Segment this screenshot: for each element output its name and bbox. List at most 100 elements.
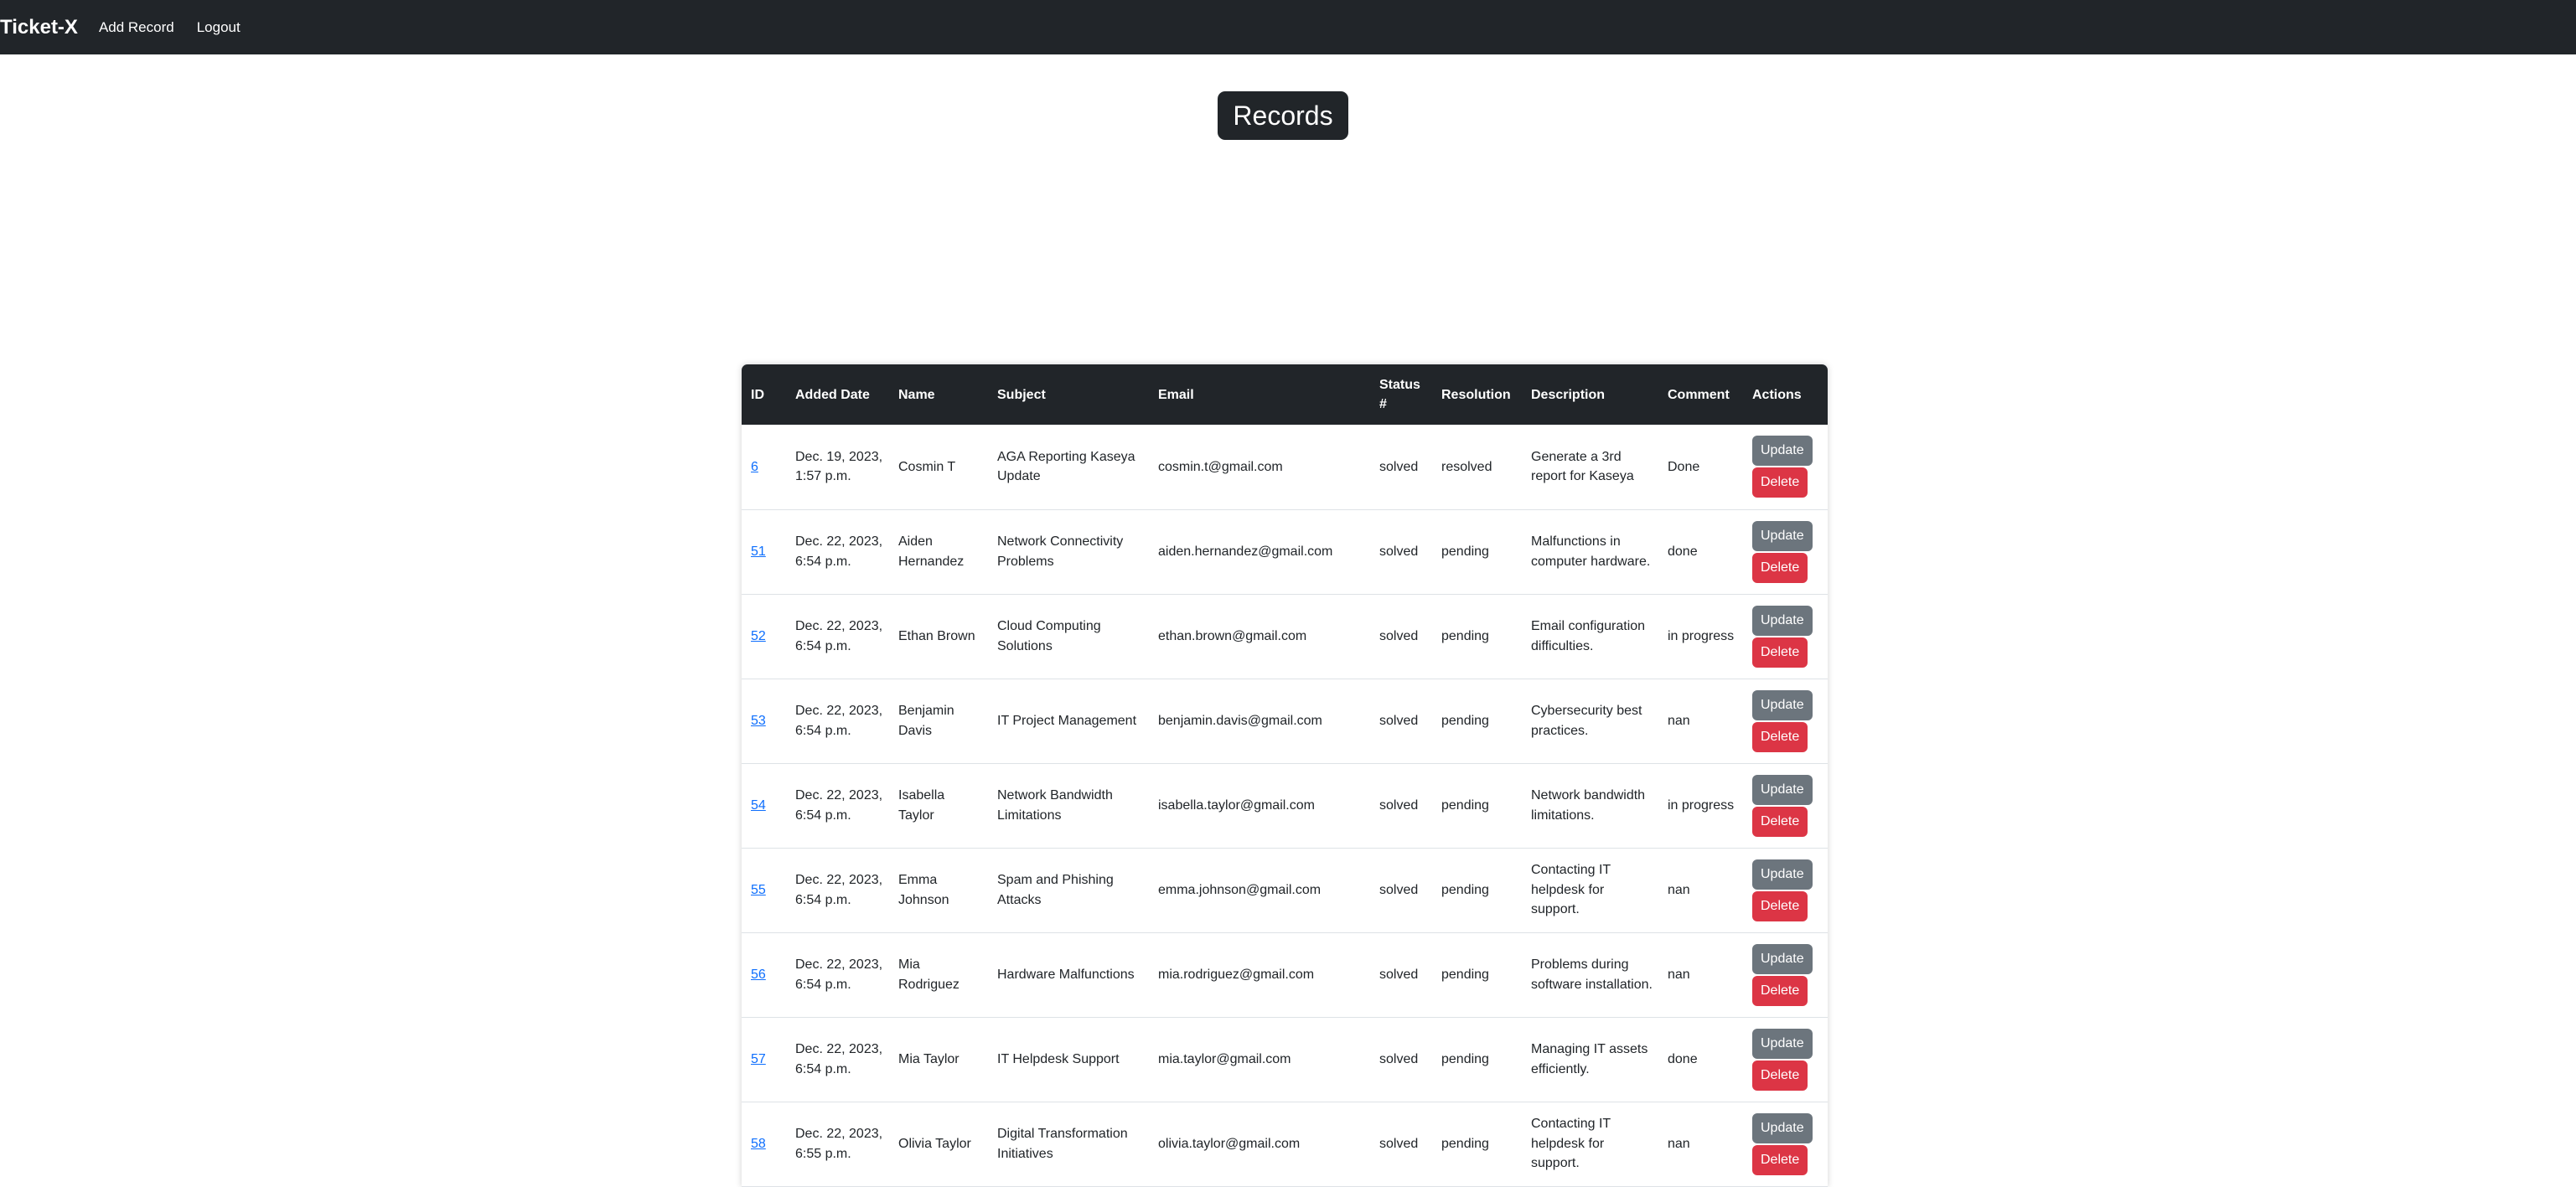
record-id-link[interactable]: 53 [751, 714, 766, 728]
cell-subject: IT Project Management [997, 713, 1137, 728]
cell-email: isabella.taylor@gmail.com [1158, 797, 1315, 813]
cell-subject: Hardware Malfunctions [997, 967, 1135, 982]
update-button[interactable]: Update [1752, 605, 1813, 636]
cell-id: 58 [742, 1102, 786, 1186]
brand-logo-link[interactable]: Ticket-X [0, 16, 78, 39]
delete-button[interactable]: Delete [1752, 721, 1808, 752]
delete-button[interactable]: Delete [1752, 890, 1808, 921]
cell-subject: Cloud Computing Solutions [997, 619, 1101, 653]
record-id-link[interactable]: 52 [751, 629, 766, 643]
cell-comment: nan [1668, 713, 1690, 728]
cell-name: Mia Rodriguez [898, 957, 960, 992]
cell-added-date: Dec. 22, 2023, 6:54 p.m. [795, 873, 883, 907]
table-row: 6 Dec. 19, 2023, 1:57 p.m. Cosmin T AGA Rep… [742, 425, 1828, 509]
cell-description: Contacting IT helpdesk for support. [1531, 1117, 1611, 1171]
update-button[interactable]: Update [1752, 520, 1813, 551]
cell-actions: Update Delete [1743, 763, 1828, 848]
record-id-link[interactable]: 54 [751, 798, 766, 813]
cell-status: solved [1379, 459, 1419, 474]
header-resolution: Resolution [1441, 387, 1511, 402]
table-header: ID Added Date Name Subject Email Status # Reso… [742, 364, 1828, 425]
cell-description: Managing IT assets efficiently. [1531, 1042, 1648, 1076]
cell-status: solved [1379, 1136, 1419, 1151]
cell-resolution: pending [1441, 713, 1489, 728]
cell-description: Contacting IT helpdesk for support. [1531, 863, 1611, 917]
cell-comment: in progress [1668, 797, 1735, 813]
cell-description: Network bandwidth limitations. [1531, 788, 1646, 823]
cell-added-date: Dec. 22, 2023, 6:54 p.m. [795, 788, 883, 823]
record-id-link[interactable]: 51 [751, 544, 766, 559]
update-button[interactable]: Update [1752, 1112, 1813, 1143]
cell-added-date: Dec. 22, 2023, 6:54 p.m. [795, 1042, 883, 1076]
update-button[interactable]: Update [1752, 1028, 1813, 1059]
update-button[interactable]: Update [1752, 943, 1813, 974]
cell-email: mia.taylor@gmail.com [1158, 1051, 1291, 1066]
cell-added-date: Dec. 22, 2023, 6:54 p.m. [795, 619, 883, 653]
page-title: Records [1218, 91, 1348, 140]
table-row: 56 Dec. 22, 2023, 6:54 p.m. Mia Rodriguez H… [742, 932, 1828, 1017]
cell-comment: nan [1668, 1136, 1690, 1151]
table-row: 57 Dec. 22, 2023, 6:54 p.m. Mia Taylor IT H… [742, 1017, 1828, 1102]
header-status: Status # [1379, 378, 1420, 411]
records-table-container: ID Added Date Name Subject Email Status # Reso… [742, 364, 1828, 1187]
delete-button[interactable]: Delete [1752, 1060, 1808, 1091]
cell-added-date: Dec. 22, 2023, 6:54 p.m. [795, 534, 883, 569]
cell-id: 6 [742, 425, 786, 509]
cell-description: Email configuration difficulties. [1531, 619, 1646, 653]
header-subject: Subject [997, 387, 1046, 402]
cell-resolution: pending [1441, 628, 1489, 643]
delete-button[interactable]: Delete [1752, 637, 1808, 668]
cell-resolution: pending [1441, 882, 1489, 897]
record-id-link[interactable]: 55 [751, 883, 766, 897]
cell-name: Benjamin Davis [898, 704, 954, 738]
add-record-link[interactable]: Add Record [99, 19, 174, 36]
cell-email: cosmin.t@gmail.com [1158, 459, 1283, 474]
cell-subject: Network Bandwidth Limitations [997, 788, 1113, 823]
cell-actions: Update Delete [1743, 1102, 1828, 1186]
cell-name: Aiden Hernandez [898, 534, 965, 569]
cell-status: solved [1379, 713, 1419, 728]
cell-actions: Update Delete [1743, 594, 1828, 679]
logout-link[interactable]: Logout [197, 19, 241, 36]
delete-button[interactable]: Delete [1752, 1144, 1808, 1175]
record-id-link[interactable]: 57 [751, 1052, 766, 1066]
cell-id: 56 [742, 932, 786, 1017]
cell-resolution: pending [1441, 797, 1489, 813]
cell-added-date: Dec. 22, 2023, 6:54 p.m. [795, 957, 883, 992]
cell-status: solved [1379, 882, 1419, 897]
delete-button[interactable]: Delete [1752, 552, 1808, 583]
records-table: ID Added Date Name Subject Email Status # Reso… [742, 364, 1828, 1187]
delete-button[interactable]: Delete [1752, 806, 1808, 837]
cell-name: Emma Johnson [898, 873, 949, 907]
record-id-link[interactable]: 56 [751, 968, 766, 982]
update-button[interactable]: Update [1752, 436, 1813, 467]
table-row: 55 Dec. 22, 2023, 6:54 p.m. Emma Johnson Sp… [742, 848, 1828, 932]
cell-subject: Digital Transformation Initiatives [997, 1127, 1128, 1161]
cell-subject: Spam and Phishing Attacks [997, 873, 1114, 907]
cell-description: Cybersecurity best practices. [1531, 704, 1642, 738]
delete-button[interactable]: Delete [1752, 975, 1808, 1006]
cell-subject: Network Connectivity Problems [997, 534, 1124, 569]
cell-actions: Update Delete [1743, 932, 1828, 1017]
update-button[interactable]: Update [1752, 859, 1813, 890]
table-row: 53 Dec. 22, 2023, 6:54 p.m. Benjamin Davis… [742, 679, 1828, 763]
cell-description: Problems during software installation. [1531, 957, 1653, 992]
cell-name: Isabella Taylor [898, 788, 945, 823]
cell-added-date: Dec. 19, 2023, 1:57 p.m. [795, 449, 883, 484]
cell-status: solved [1379, 544, 1419, 559]
record-id-link[interactable]: 6 [751, 460, 758, 474]
cell-resolution: resolved [1441, 459, 1492, 474]
update-button[interactable]: Update [1752, 689, 1813, 720]
cell-resolution: pending [1441, 544, 1489, 559]
record-id-link[interactable]: 58 [751, 1137, 766, 1151]
title-container: Records [0, 91, 2576, 140]
delete-button[interactable]: Delete [1752, 467, 1808, 498]
cell-comment: in progress [1668, 628, 1735, 643]
cell-actions: Update Delete [1743, 509, 1828, 594]
cell-id: 54 [742, 763, 786, 848]
cell-comment: done [1668, 1051, 1698, 1066]
cell-actions: Update Delete [1743, 425, 1828, 509]
cell-email: mia.rodriguez@gmail.com [1158, 967, 1315, 982]
cell-comment: Done [1668, 459, 1700, 474]
update-button[interactable]: Update [1752, 774, 1813, 805]
